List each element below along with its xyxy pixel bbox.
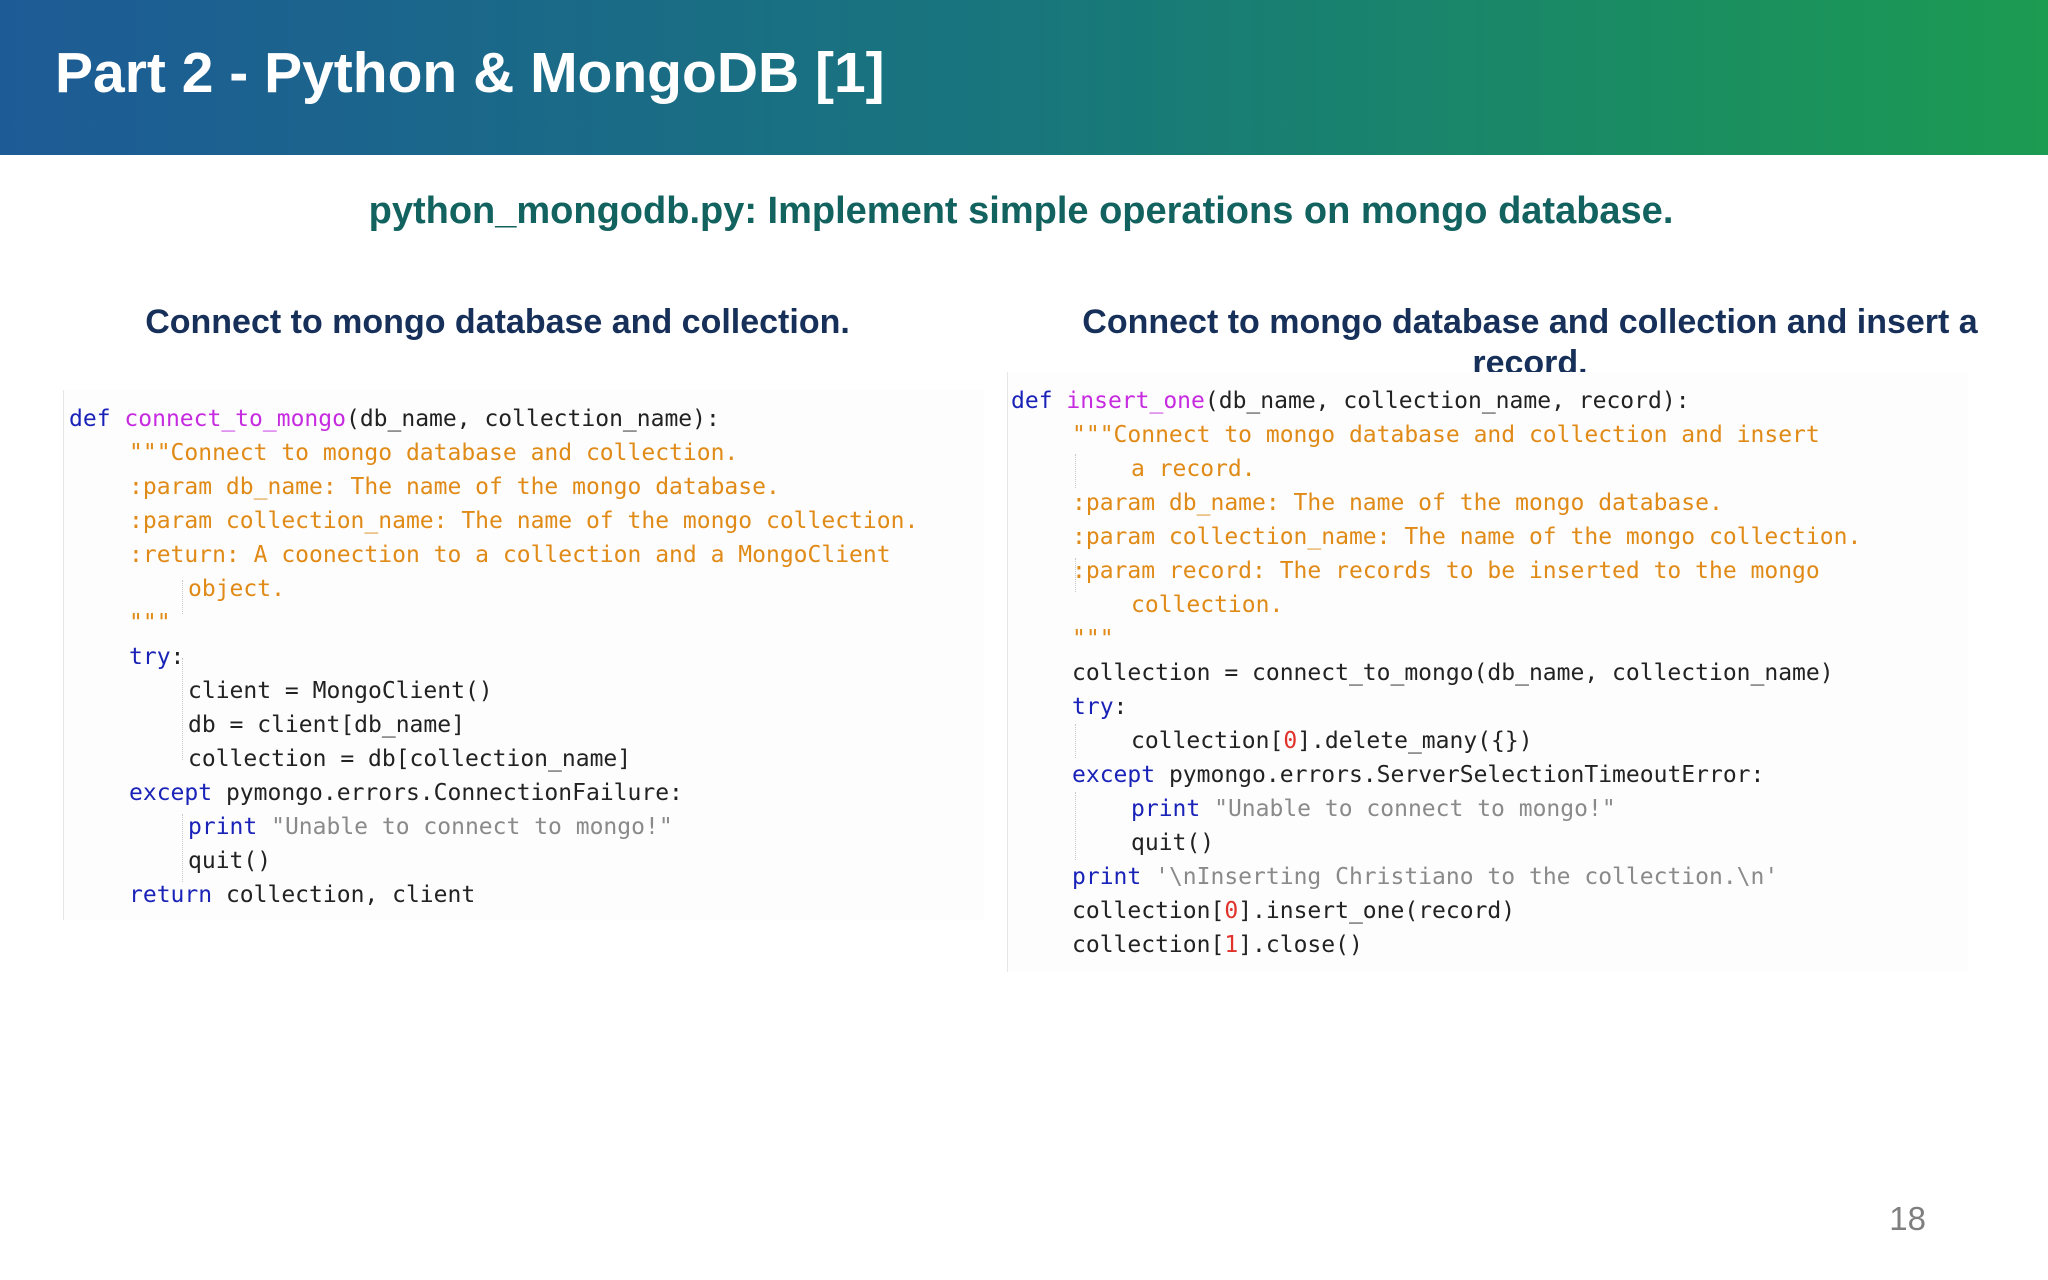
code-text: ].insert_one(record) <box>1238 898 1516 924</box>
code-line: return collection, client <box>129 878 475 912</box>
code-function-name: connect_to_mongo <box>124 406 346 432</box>
code-line: collection = db[collection_name] <box>188 746 632 772</box>
code-line: quit() <box>1131 830 1215 856</box>
code-line: try: <box>129 640 184 674</box>
code-line: collection = connect_to_mongo(db_name, c… <box>1072 660 1834 686</box>
code-number: 0 <box>1224 898 1239 924</box>
code-text: pymongo.errors.ConnectionFailure: <box>212 780 683 806</box>
code-line: collection[0].delete_many({}) <box>1131 724 1533 758</box>
slide-header: Part 2 - Python & MongoDB [1] <box>0 0 2048 155</box>
indent-guide <box>182 814 183 882</box>
code-text: collection[ <box>1072 932 1225 958</box>
code-line: collection[1].close() <box>1072 928 1363 962</box>
code-text: (db_name, collection_name): <box>345 406 720 432</box>
right-code-block: def insert_one(db_name, collection_name,… <box>1007 372 1968 972</box>
code-text: : <box>170 644 185 670</box>
code-line: except pymongo.errors.ConnectionFailure: <box>129 776 683 810</box>
code-line: print "Unable to connect to mongo!" <box>1131 792 1616 826</box>
code-text: ].delete_many({}) <box>1297 728 1533 754</box>
code-line: """ <box>1072 626 1114 652</box>
code-number: 1 <box>1224 932 1239 958</box>
slide-subtitle: python_mongodb.py: Implement simple oper… <box>0 190 2048 233</box>
code-keyword: print <box>188 814 258 840</box>
slide-title: Part 2 - Python & MongoDB [1] <box>55 41 885 105</box>
code-line: a record. <box>1131 456 1256 482</box>
code-keyword: def <box>69 406 111 432</box>
code-keyword: return <box>129 882 213 908</box>
code-line: def connect_to_mongo(db_name, collection… <box>69 402 720 436</box>
code-line: :param collection_name: The name of the … <box>129 508 919 534</box>
code-line: client = MongoClient() <box>188 678 493 704</box>
page-number: 18 <box>1889 1200 1926 1237</box>
code-string: '\nInserting Christiano to the collectio… <box>1141 864 1779 890</box>
code-text: collection[ <box>1072 898 1225 924</box>
code-keyword: try <box>1072 694 1114 720</box>
code-line: object. <box>188 576 285 602</box>
code-string: "Unable to connect to mongo!" <box>1200 796 1616 822</box>
code-text: ].close() <box>1238 932 1363 958</box>
code-text: collection[ <box>1131 728 1284 754</box>
code-string: "Unable to connect to mongo!" <box>257 814 673 840</box>
code-line: quit() <box>188 848 272 874</box>
code-text: : <box>1113 694 1128 720</box>
code-line: try: <box>1072 690 1127 724</box>
code-line: print '\nInserting Christiano to the col… <box>1072 860 1778 894</box>
indent-guide <box>1075 454 1076 488</box>
code-keyword: def <box>1011 388 1053 414</box>
left-column-heading: Connect to mongo database and collection… <box>145 303 850 341</box>
code-line: :param db_name: The name of the mongo da… <box>1072 490 1723 516</box>
code-line: print "Unable to connect to mongo!" <box>188 810 673 844</box>
left-code-block: def connect_to_mongo(db_name, collection… <box>63 390 984 920</box>
code-keyword: print <box>1131 796 1201 822</box>
code-keyword: except <box>129 780 213 806</box>
code-line: """Connect to mongo database and collect… <box>1072 422 1820 448</box>
code-line: collection. <box>1131 592 1284 618</box>
indent-guide <box>182 580 183 614</box>
code-number: 0 <box>1283 728 1298 754</box>
slide-subtitle-text: python_mongodb.py: Implement simple oper… <box>368 190 1674 232</box>
code-text: (db_name, collection_name, record): <box>1204 388 1690 414</box>
code-function-name: insert_one <box>1066 388 1205 414</box>
code-text: pymongo.errors.ServerSelectionTimeoutErr… <box>1155 762 1765 788</box>
code-line: """Connect to mongo database and collect… <box>129 440 739 466</box>
code-line: collection[0].insert_one(record) <box>1072 894 1515 928</box>
code-line: :param db_name: The name of the mongo da… <box>129 474 780 500</box>
code-line: except pymongo.errors.ServerSelectionTim… <box>1072 758 1764 792</box>
code-line: def insert_one(db_name, collection_name,… <box>1011 384 1690 418</box>
code-keyword: print <box>1072 864 1142 890</box>
code-keyword: except <box>1072 762 1156 788</box>
code-line: db = client[db_name] <box>188 712 465 738</box>
indent-guide <box>1075 724 1076 758</box>
code-line: :param record: The records to be inserte… <box>1072 558 1820 584</box>
indent-guide <box>1075 792 1076 860</box>
code-keyword: try <box>129 644 171 670</box>
code-line: """ <box>129 610 171 636</box>
code-line: :param collection_name: The name of the … <box>1072 524 1862 550</box>
code-line: :return: A coonection to a collection an… <box>129 542 891 568</box>
code-text: collection, client <box>212 882 476 908</box>
